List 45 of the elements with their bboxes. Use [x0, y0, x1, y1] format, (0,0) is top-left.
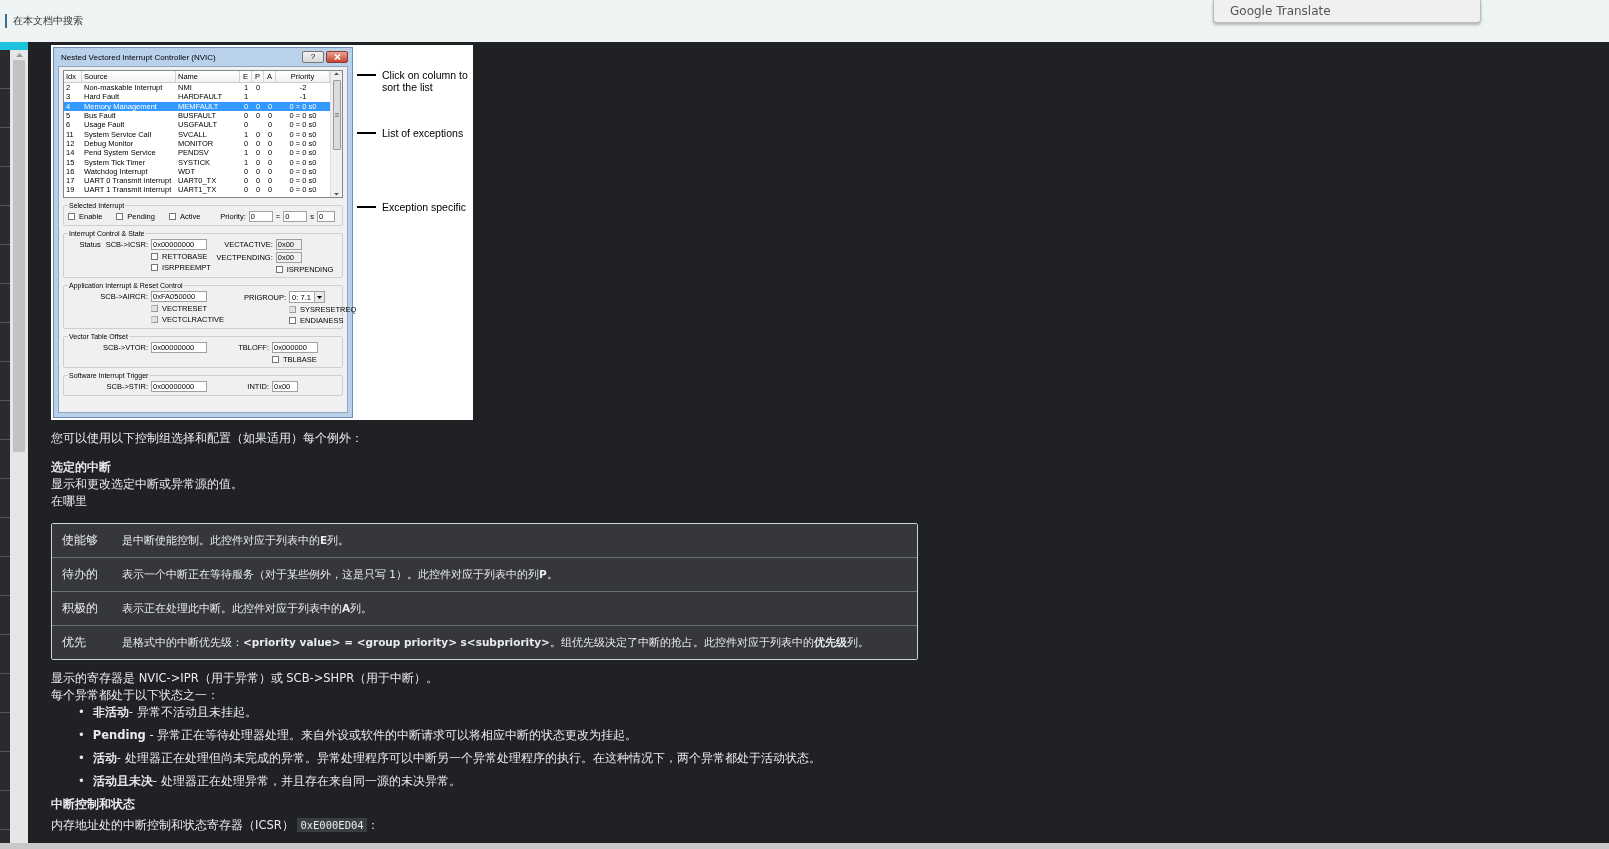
table-cell-text: 是格式中的中断优先级：<priority value> = <group priority> s<subpriority>。组优先级决定了中断的抢占。此控件对应于列表中的优先级列。 — [122, 635, 869, 650]
bullet: • — [78, 727, 85, 744]
callout-text: Exception specific — [382, 201, 468, 213]
scrollbar-thumb[interactable] — [13, 60, 25, 452]
caret-icon — [316, 295, 322, 299]
table-cell-text: 表示一个中断正在等待服务（对于某些例外，这是只写 1）。此控件对应于列表中的列P。 — [122, 567, 558, 582]
close-icon — [333, 54, 341, 60]
leader-line — [357, 74, 376, 76]
bullet: • — [78, 750, 85, 767]
leader-line — [357, 206, 376, 208]
section-heading: 选定的中断 — [51, 459, 112, 476]
table-cell-text: 待办的 — [61, 566, 99, 583]
table-cell-text: 表示正在处理此中断。此控件对应于列表中的A列。 — [122, 601, 373, 616]
list-item: Pending - 异常正在等待处理器处理。来自外设或软件的中断请求可以将相应中断的状态更改为挂起。 — [92, 727, 638, 744]
list-item: 非活动- 异常不活动且未挂起。 — [92, 704, 257, 721]
translate-popup[interactable]: Google Translate — [1213, 0, 1481, 23]
table-cell-text: 使能够 — [61, 532, 99, 549]
scroll-down-icon[interactable] — [334, 191, 339, 197]
search-field[interactable]: 在本文档中搜索 — [5, 14, 83, 28]
list-item: 活动且未决- 处理器正在处理异常，并且存在来自同一源的未决异常。 — [92, 773, 461, 790]
scrollbar[interactable] — [330, 71, 342, 197]
sidebar-header — [0, 42, 28, 50]
table-cell-text: 积极的 — [61, 600, 99, 617]
table-cell-text: 是中断使能控制。此控件对应于列表中的E列。 — [122, 533, 350, 548]
bullet: • — [78, 704, 85, 721]
leader-line — [357, 132, 376, 134]
close-button[interactable] — [326, 51, 348, 63]
scrollbar-thumb[interactable] — [332, 80, 341, 150]
table-cell-text: 优先 — [61, 634, 87, 651]
paragraph: 您可以使用以下控制组选择和配置（如果适用）每个例外： — [51, 430, 364, 447]
scrollbar[interactable] — [10, 50, 28, 843]
callout-text: Click on column to sort the list — [382, 69, 469, 93]
paragraph: 内存地址处的中断控制和状态寄存器（ICSR） 0xE000ED04 ： — [51, 817, 380, 834]
paragraph: 每个异常都处于以下状态之一： — [51, 687, 220, 704]
paragraph: 显示的寄存器是 NVIC->IPR（用于异常）或 SCB->SHPR（用于中断）。 — [51, 670, 440, 687]
paragraph: 在哪里 — [51, 493, 88, 510]
callout-text: List of exceptions — [382, 127, 465, 139]
paragraph: 显示和更改选定中断或异常源的值。 — [51, 476, 244, 493]
bullet: • — [78, 773, 85, 790]
scrollbar[interactable] — [0, 843, 1609, 849]
window-title: Nested Vectored Interrupt Controller (NVIC) — [61, 52, 216, 62]
scroll-up-icon[interactable] — [334, 71, 339, 77]
list-item: 活动- 处理器正在处理但尚未完成的异常。异常处理程序可以中断另一个异常处理程序的执行。在这种情况下，两个异常都处于活动状态。 — [92, 750, 821, 767]
section-heading: 中断控制和状态 — [51, 796, 136, 813]
help-button[interactable]: ? — [302, 51, 324, 63]
